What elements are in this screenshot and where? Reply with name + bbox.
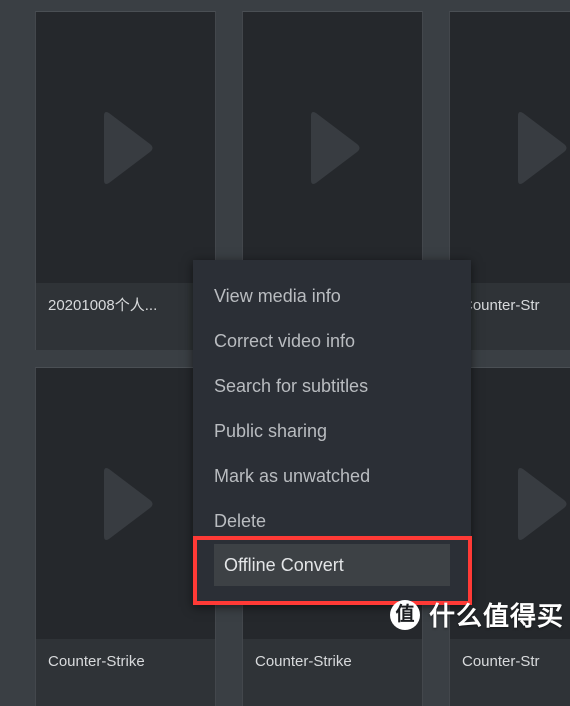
menu-item-label: View media info	[214, 286, 341, 307]
media-title: Counter-Strike	[243, 639, 422, 671]
menu-item-label: Offline Convert	[224, 555, 344, 576]
menu-item-view-media-info[interactable]: View media info	[193, 274, 471, 319]
menu-item-offline-convert[interactable]: Offline Convert	[214, 544, 450, 586]
menu-item-correct-video-info[interactable]: Correct video info	[193, 319, 471, 364]
media-thumbnail[interactable]	[36, 12, 215, 283]
media-thumbnail[interactable]	[243, 12, 422, 283]
media-title: Counter-Strike	[36, 639, 215, 671]
menu-item-search-for-subtitles[interactable]: Search for subtitles	[193, 364, 471, 409]
media-thumbnail[interactable]	[450, 12, 570, 283]
menu-item-public-sharing[interactable]: Public sharing	[193, 409, 471, 454]
play-icon	[90, 464, 162, 544]
menu-item-label: Delete	[214, 511, 266, 532]
context-menu: View media info Correct video info Searc…	[193, 260, 471, 605]
media-thumbnail[interactable]	[36, 368, 215, 639]
media-card[interactable]: Counter-Strike	[35, 367, 216, 706]
watermark: 值 什么值得买	[390, 596, 564, 633]
play-icon	[90, 108, 162, 188]
play-icon	[297, 108, 369, 188]
menu-item-label: Correct video info	[214, 331, 355, 352]
media-title: 20201008个人...	[36, 283, 215, 315]
play-icon	[504, 108, 570, 188]
menu-item-label: Mark as unwatched	[214, 466, 370, 487]
menu-item-label: Search for subtitles	[214, 376, 368, 397]
play-icon	[504, 464, 570, 544]
menu-item-mark-as-unwatched[interactable]: Mark as unwatched	[193, 454, 471, 499]
watermark-badge-icon: 值	[390, 600, 420, 630]
menu-item-delete[interactable]: Delete	[193, 499, 471, 544]
watermark-text: 什么值得买	[429, 596, 564, 633]
menu-item-label: Public sharing	[214, 421, 327, 442]
media-card[interactable]: 20201008个人...	[35, 11, 216, 350]
media-title: Counter-Str	[450, 639, 570, 671]
